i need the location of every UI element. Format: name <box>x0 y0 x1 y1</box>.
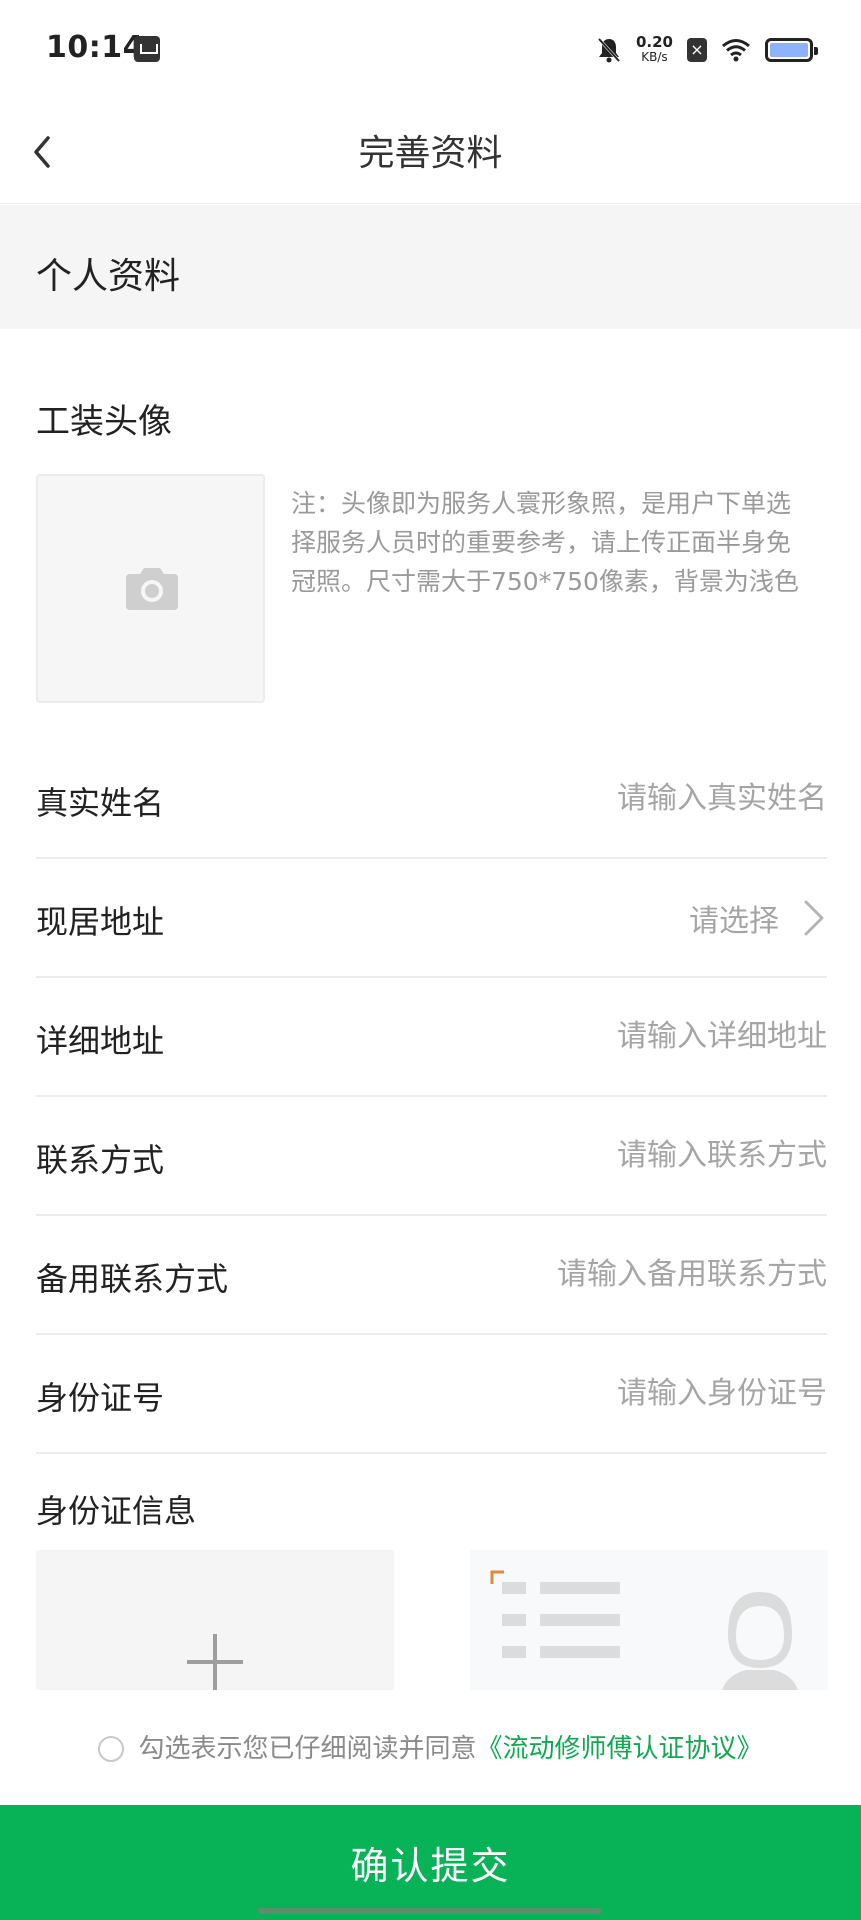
no-sim-icon: × <box>687 38 707 62</box>
form-row-real-name: 真实姓名 <box>36 740 827 859</box>
camera-icon <box>126 568 178 610</box>
address-select[interactable]: 请选择 <box>689 893 827 943</box>
avatar-upload[interactable] <box>36 474 265 703</box>
status-bar: 10:14 0.20 KB/s × <box>0 0 861 100</box>
backup-contact-input[interactable] <box>407 1249 827 1299</box>
agreement-text: 勾选表示您已仔细阅读并同意 <box>138 1734 477 1764</box>
id-number-label: 身份证号 <box>36 1379 165 1417</box>
section-title: 个人资料 <box>36 256 181 297</box>
avatar-note: 注：头像即为服务人寰形象照，是用户下单选择服务人员时的重要参考，请上传正面半身免… <box>291 489 799 596</box>
avatar-label: 工装头像 <box>36 402 172 442</box>
wifi-icon <box>722 39 750 62</box>
form-row-backup-contact: 备用联系方式 <box>36 1216 827 1335</box>
battery-fill <box>770 43 808 57</box>
status-time: 10:14 <box>46 30 144 65</box>
form-row-contact: 联系方式 <box>36 1097 827 1216</box>
id-card-back-upload[interactable] <box>470 1550 828 1690</box>
nav-bar: 完善资料 <box>0 100 861 204</box>
agreement-row: 勾选表示您已仔细阅读并同意《流动修师傅认证协议》 <box>0 1728 861 1768</box>
section-header: 个人资料 <box>0 205 861 329</box>
id-card-label: 身份证信息 <box>36 1492 197 1530</box>
mute-bell-icon <box>597 37 621 63</box>
status-icons: 0.20 KB/s × <box>596 28 818 72</box>
contact-input[interactable] <box>407 1130 827 1180</box>
real-name-label: 真实姓名 <box>36 784 165 822</box>
form-row-id-number: 身份证号 <box>36 1335 827 1454</box>
address-label: 现居地址 <box>36 903 165 941</box>
detail-address-label: 详细地址 <box>36 1022 165 1060</box>
contact-label: 联系方式 <box>36 1141 165 1179</box>
submit-button[interactable]: 确认提交 <box>0 1805 861 1920</box>
id-card-portrait-icon <box>490 1570 798 1690</box>
real-name-input[interactable] <box>407 773 827 823</box>
net-speed: 0.20 KB/s <box>636 35 673 65</box>
net-speed-value: 0.20 <box>635 33 673 51</box>
battery-icon <box>765 38 818 62</box>
home-indicator <box>258 1908 602 1914</box>
detail-address-input[interactable] <box>407 1011 827 1061</box>
id-number-input[interactable] <box>407 1368 827 1418</box>
agreement-link[interactable]: 《流动修师傅认证协议》 <box>477 1734 763 1764</box>
id-card-front-upload[interactable] <box>36 1550 394 1690</box>
agreement-checkbox[interactable] <box>98 1736 125 1762</box>
plus-icon <box>187 1634 243 1690</box>
address-select-text: 请选择 <box>689 904 779 939</box>
page-title: 完善资料 <box>358 133 503 174</box>
backup-contact-label: 备用联系方式 <box>36 1260 229 1298</box>
app-notification-icon <box>134 36 160 62</box>
form-row-detail-address: 详细地址 <box>36 978 827 1097</box>
form-row-address[interactable]: 现居地址 请选择 <box>36 859 827 978</box>
net-speed-unit: KB/s <box>641 50 668 64</box>
chevron-right-icon <box>804 900 824 936</box>
